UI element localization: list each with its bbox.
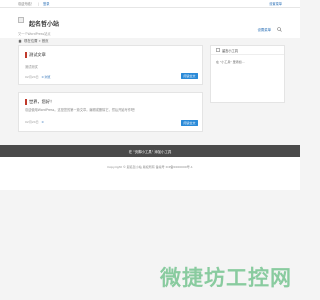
widget-body: 在 "小工具" 里添加... [211, 55, 284, 69]
read-more-button[interactable]: 阅读全文 [181, 120, 198, 126]
post-views: 0 浏览 [41, 75, 51, 79]
home-icon [18, 38, 22, 43]
copyright-text: Copyright © 起名哲小站 版权所有 备案号 ICP备0000000号-… [107, 165, 193, 169]
logo-image[interactable] [18, 17, 24, 23]
title-accent-bar [25, 99, 27, 105]
post-card: 测试文章 测试测试 02月24日 0 浏览 阅读全文 [18, 45, 203, 85]
post-meta: 02月24日 0 [25, 120, 44, 124]
widget-icon [216, 48, 220, 52]
post-date: 02月24日 [25, 75, 39, 79]
widget-title-text: 留言小工具 [222, 48, 238, 53]
header-menu-link[interactable]: 设置菜单 [257, 27, 271, 32]
widget-text: 在 "小工具" 里添加... [216, 60, 245, 64]
widget-title: 留言小工具 [211, 46, 284, 55]
login-link[interactable]: 登录 [43, 1, 49, 6]
site-header: 起名哲小站 又一个WordPress站点 设置菜单 [0, 8, 300, 38]
read-more-button[interactable]: 阅读全文 [181, 73, 198, 79]
top-bar: 欢迎光临！ | 登录 设置菜单 [0, 0, 300, 8]
breadcrumb: 现在位置 » 首页 [18, 38, 49, 43]
post-views: 0 [41, 120, 44, 124]
post-excerpt: 测试测试 [25, 65, 38, 69]
post-excerpt: 欢迎使用WordPress。这是您的第一篇文章。编辑或删除它，然后开始写作吧！ [25, 108, 138, 112]
separator: | [37, 1, 40, 6]
site-tagline: 又一个WordPress站点 [18, 32, 51, 36]
greeting-text: 欢迎光临！ [18, 2, 34, 6]
site-title[interactable]: 起名哲小站 [29, 19, 59, 28]
watermark-logo: 微捷坊工控网 [160, 266, 292, 290]
footer-widget-strip: 在 "页脚小工具" 添加小工具 [0, 145, 300, 157]
sidebar-widget: 留言小工具 在 "小工具" 里添加... [210, 45, 285, 103]
top-menu-link[interactable]: 设置菜单 [269, 1, 282, 6]
post-title[interactable]: 测试文章 [29, 52, 46, 58]
post-card: 世界，您好！ 欢迎使用WordPress。这是您的第一篇文章。编辑或删除它，然后… [18, 92, 203, 132]
post-title[interactable]: 世界，您好！ [29, 99, 54, 105]
breadcrumb-text: 现在位置 » 首页 [24, 39, 49, 43]
title-accent-bar [25, 52, 27, 58]
post-meta: 02月24日 0 浏览 [25, 75, 51, 79]
site-footer: Copyright © 起名哲小站 版权所有 备案号 ICP备0000000号-… [0, 157, 300, 190]
post-date: 02月24日 [25, 120, 39, 124]
search-icon[interactable] [277, 27, 282, 32]
